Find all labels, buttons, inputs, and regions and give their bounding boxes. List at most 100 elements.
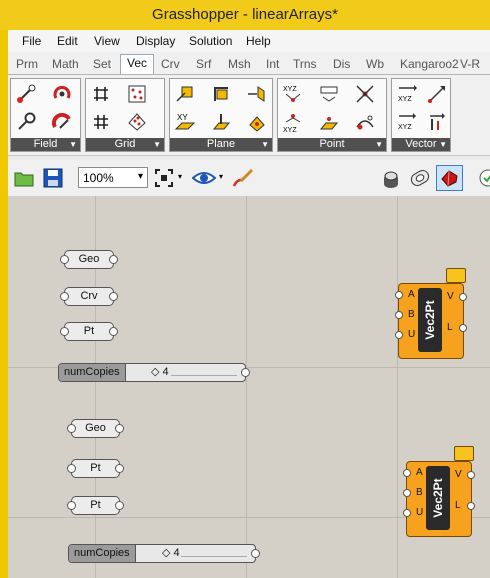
tab-vec[interactable]: Vec — [120, 54, 155, 74]
param-curve[interactable]: Crv — [60, 287, 118, 306]
tab-prm[interactable]: Prm — [16, 57, 38, 71]
plane-offset-icon[interactable] — [246, 83, 268, 105]
param-point[interactable]: Pt — [60, 322, 118, 341]
xy-plane-icon[interactable]: XY — [174, 111, 196, 133]
numbers-to-points-icon[interactable] — [318, 83, 340, 105]
unit-x-vector-icon[interactable]: XYZ — [396, 83, 418, 105]
number-slider[interactable]: numCopies ◇ 4 — [68, 544, 260, 563]
tab-math[interactable]: Math — [52, 57, 79, 71]
construct-plane-icon[interactable] — [210, 83, 232, 105]
output-v: V — [447, 291, 454, 302]
menu-edit[interactable]: Edit — [57, 34, 78, 48]
line-charge-icon[interactable] — [15, 83, 37, 105]
group-field-caption: Field ▼ — [11, 138, 80, 151]
param-point[interactable]: Pt — [67, 496, 124, 515]
grasshopper-canvas[interactable]: Geo Crv Pt numCopies ◇ 4 A B U Vec2Pt V … — [8, 196, 490, 578]
canvas-toolbar: 100% ▾ ▾ ▾ — [8, 160, 490, 197]
square-grid-icon[interactable] — [90, 83, 112, 105]
input-grip[interactable] — [395, 291, 403, 299]
group-grid-caption: Grid ▼ — [86, 138, 164, 151]
pull-point-icon[interactable] — [354, 111, 376, 133]
input-grip[interactable] — [403, 489, 411, 497]
slider-output-grip[interactable] — [241, 368, 250, 377]
component-message-balloon[interactable] — [454, 446, 474, 465]
tab-dis[interactable]: Dis — [333, 57, 350, 71]
output-grip[interactable] — [459, 324, 467, 332]
deconstruct-vector-icon[interactable] — [426, 111, 448, 133]
input-grip[interactable] — [403, 469, 411, 477]
point-oriented-icon[interactable] — [318, 111, 340, 133]
slider-track[interactable] — [181, 556, 247, 557]
plane-normal-icon[interactable] — [246, 111, 268, 133]
preview-chevron-icon[interactable]: ▾ — [219, 172, 223, 181]
vec2pt-component[interactable]: A B U Vec2Pt V L — [403, 461, 475, 537]
display-selected-toggle[interactable] — [436, 165, 463, 191]
tab-srf[interactable]: Srf — [196, 57, 211, 71]
populate-2d-icon[interactable] — [126, 83, 148, 105]
rectangular-grid-icon[interactable] — [90, 111, 112, 133]
zoom-extents-icon[interactable] — [154, 168, 174, 188]
input-a: A — [416, 467, 423, 478]
tab-set[interactable]: Set — [93, 57, 111, 71]
menu-view[interactable]: View — [94, 34, 120, 48]
vector-2pt-icon[interactable] — [426, 83, 448, 105]
title-bar: Grasshopper - linearArrays* — [0, 0, 490, 30]
plane-origin-icon[interactable] — [210, 111, 232, 133]
slider-track[interactable] — [171, 375, 237, 376]
component-message-balloon[interactable] — [446, 268, 466, 287]
output-grip[interactable] — [467, 471, 475, 479]
zoom-select[interactable]: 100% ▾ — [78, 167, 148, 188]
canvas-grid-line — [397, 196, 398, 578]
point-charge-icon[interactable] — [15, 111, 37, 133]
tab-crv[interactable]: Crv — [161, 57, 180, 71]
closest-points-icon[interactable] — [354, 83, 376, 105]
output-grip[interactable] — [467, 502, 475, 510]
open-file-icon[interactable] — [13, 167, 35, 189]
align-plane-icon[interactable] — [174, 83, 196, 105]
save-file-icon[interactable] — [42, 167, 64, 189]
input-grip[interactable] — [395, 331, 403, 339]
tab-kangaroo2[interactable]: Kangaroo2 — [400, 57, 459, 71]
sketch-brush-icon[interactable] — [231, 167, 255, 189]
spin-force-icon[interactable] — [51, 83, 73, 105]
menu-display[interactable]: Display — [136, 34, 175, 48]
input-b: B — [416, 487, 423, 498]
check-icon[interactable] — [478, 168, 490, 188]
output-grip[interactable] — [459, 293, 467, 301]
input-grip[interactable] — [403, 509, 411, 517]
vector-xyz-icon[interactable]: XYZ — [396, 111, 418, 133]
param-point[interactable]: Pt — [67, 459, 124, 478]
group-point: XYZ XYZ Point ▼ — [277, 78, 387, 152]
component-name-panel: Vec2Pt — [426, 466, 450, 530]
input-grip[interactable] — [395, 311, 403, 319]
vector-force-icon[interactable] — [51, 111, 73, 133]
display-wireframe-icon[interactable] — [408, 167, 432, 189]
param-geometry[interactable]: Geo — [60, 250, 118, 269]
tab-int[interactable]: Int — [266, 57, 279, 71]
menu-solution[interactable]: Solution — [189, 34, 232, 48]
display-shaded-icon[interactable] — [380, 167, 402, 189]
tab-trns[interactable]: Trns — [293, 57, 317, 71]
construct-point-icon[interactable]: XYZ — [282, 83, 304, 105]
preview-eye-icon[interactable] — [192, 168, 216, 188]
vec2pt-component[interactable]: A B U Vec2Pt V L — [395, 283, 467, 359]
tab-vr[interactable]: V-R — [460, 57, 480, 71]
param-geometry[interactable]: Geo — [67, 419, 124, 438]
output-l: L — [455, 500, 461, 511]
menu-file[interactable]: File — [22, 34, 41, 48]
chevron-down-icon: ▾ — [137, 171, 143, 182]
menu-help[interactable]: Help — [246, 34, 271, 48]
populate-geometry-icon[interactable] — [126, 111, 148, 133]
output-l: L — [447, 322, 453, 333]
display-selected-icon — [441, 170, 458, 187]
component-name-panel: Vec2Pt — [418, 288, 442, 352]
slider-output-grip[interactable] — [251, 549, 260, 558]
svg-text:XYZ: XYZ — [283, 86, 297, 93]
input-u: U — [416, 507, 424, 518]
tab-wb[interactable]: Wb — [366, 57, 384, 71]
number-slider[interactable]: numCopies ◇ 4 — [58, 363, 250, 382]
zoom-value: 100% — [83, 171, 114, 185]
zoom-extents-chevron-icon[interactable]: ▾ — [178, 172, 182, 181]
deconstruct-point-icon[interactable]: XYZ — [282, 111, 304, 133]
tab-msh[interactable]: Msh — [228, 57, 251, 71]
